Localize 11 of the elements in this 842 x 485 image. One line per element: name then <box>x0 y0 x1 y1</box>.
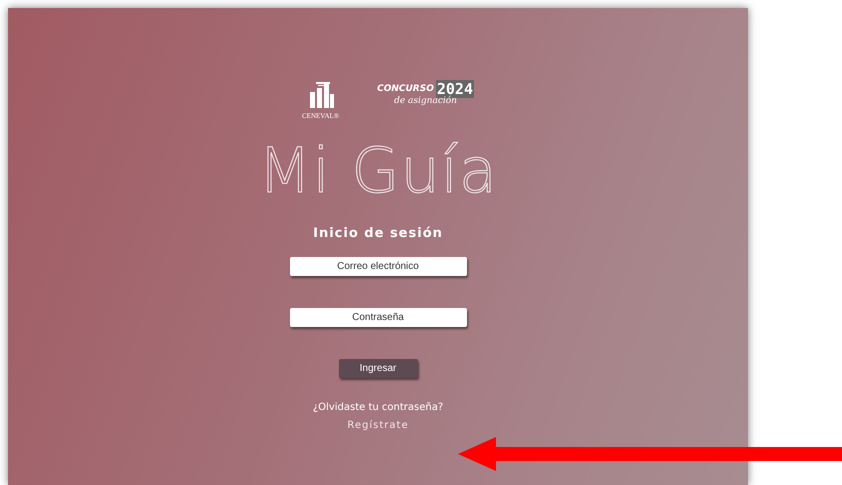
register-link[interactable]: Regístrate <box>347 420 409 431</box>
password-field[interactable]: Contraseña <box>290 308 466 327</box>
page-title: Mi Guía <box>258 140 498 202</box>
login-button[interactable]: Ingresar <box>338 359 418 378</box>
arrow-icon <box>458 437 842 471</box>
logo-year: 2024 <box>436 80 474 98</box>
forgot-password-link[interactable]: ¿Olvidaste tu contraseña? <box>312 402 444 413</box>
login-heading: Inicio de sesión <box>313 226 443 241</box>
logo-text: CONCURSO <box>377 84 434 94</box>
email-field[interactable]: Correo electrónico <box>290 257 466 276</box>
logo-subtitle: de asignación <box>394 96 457 106</box>
